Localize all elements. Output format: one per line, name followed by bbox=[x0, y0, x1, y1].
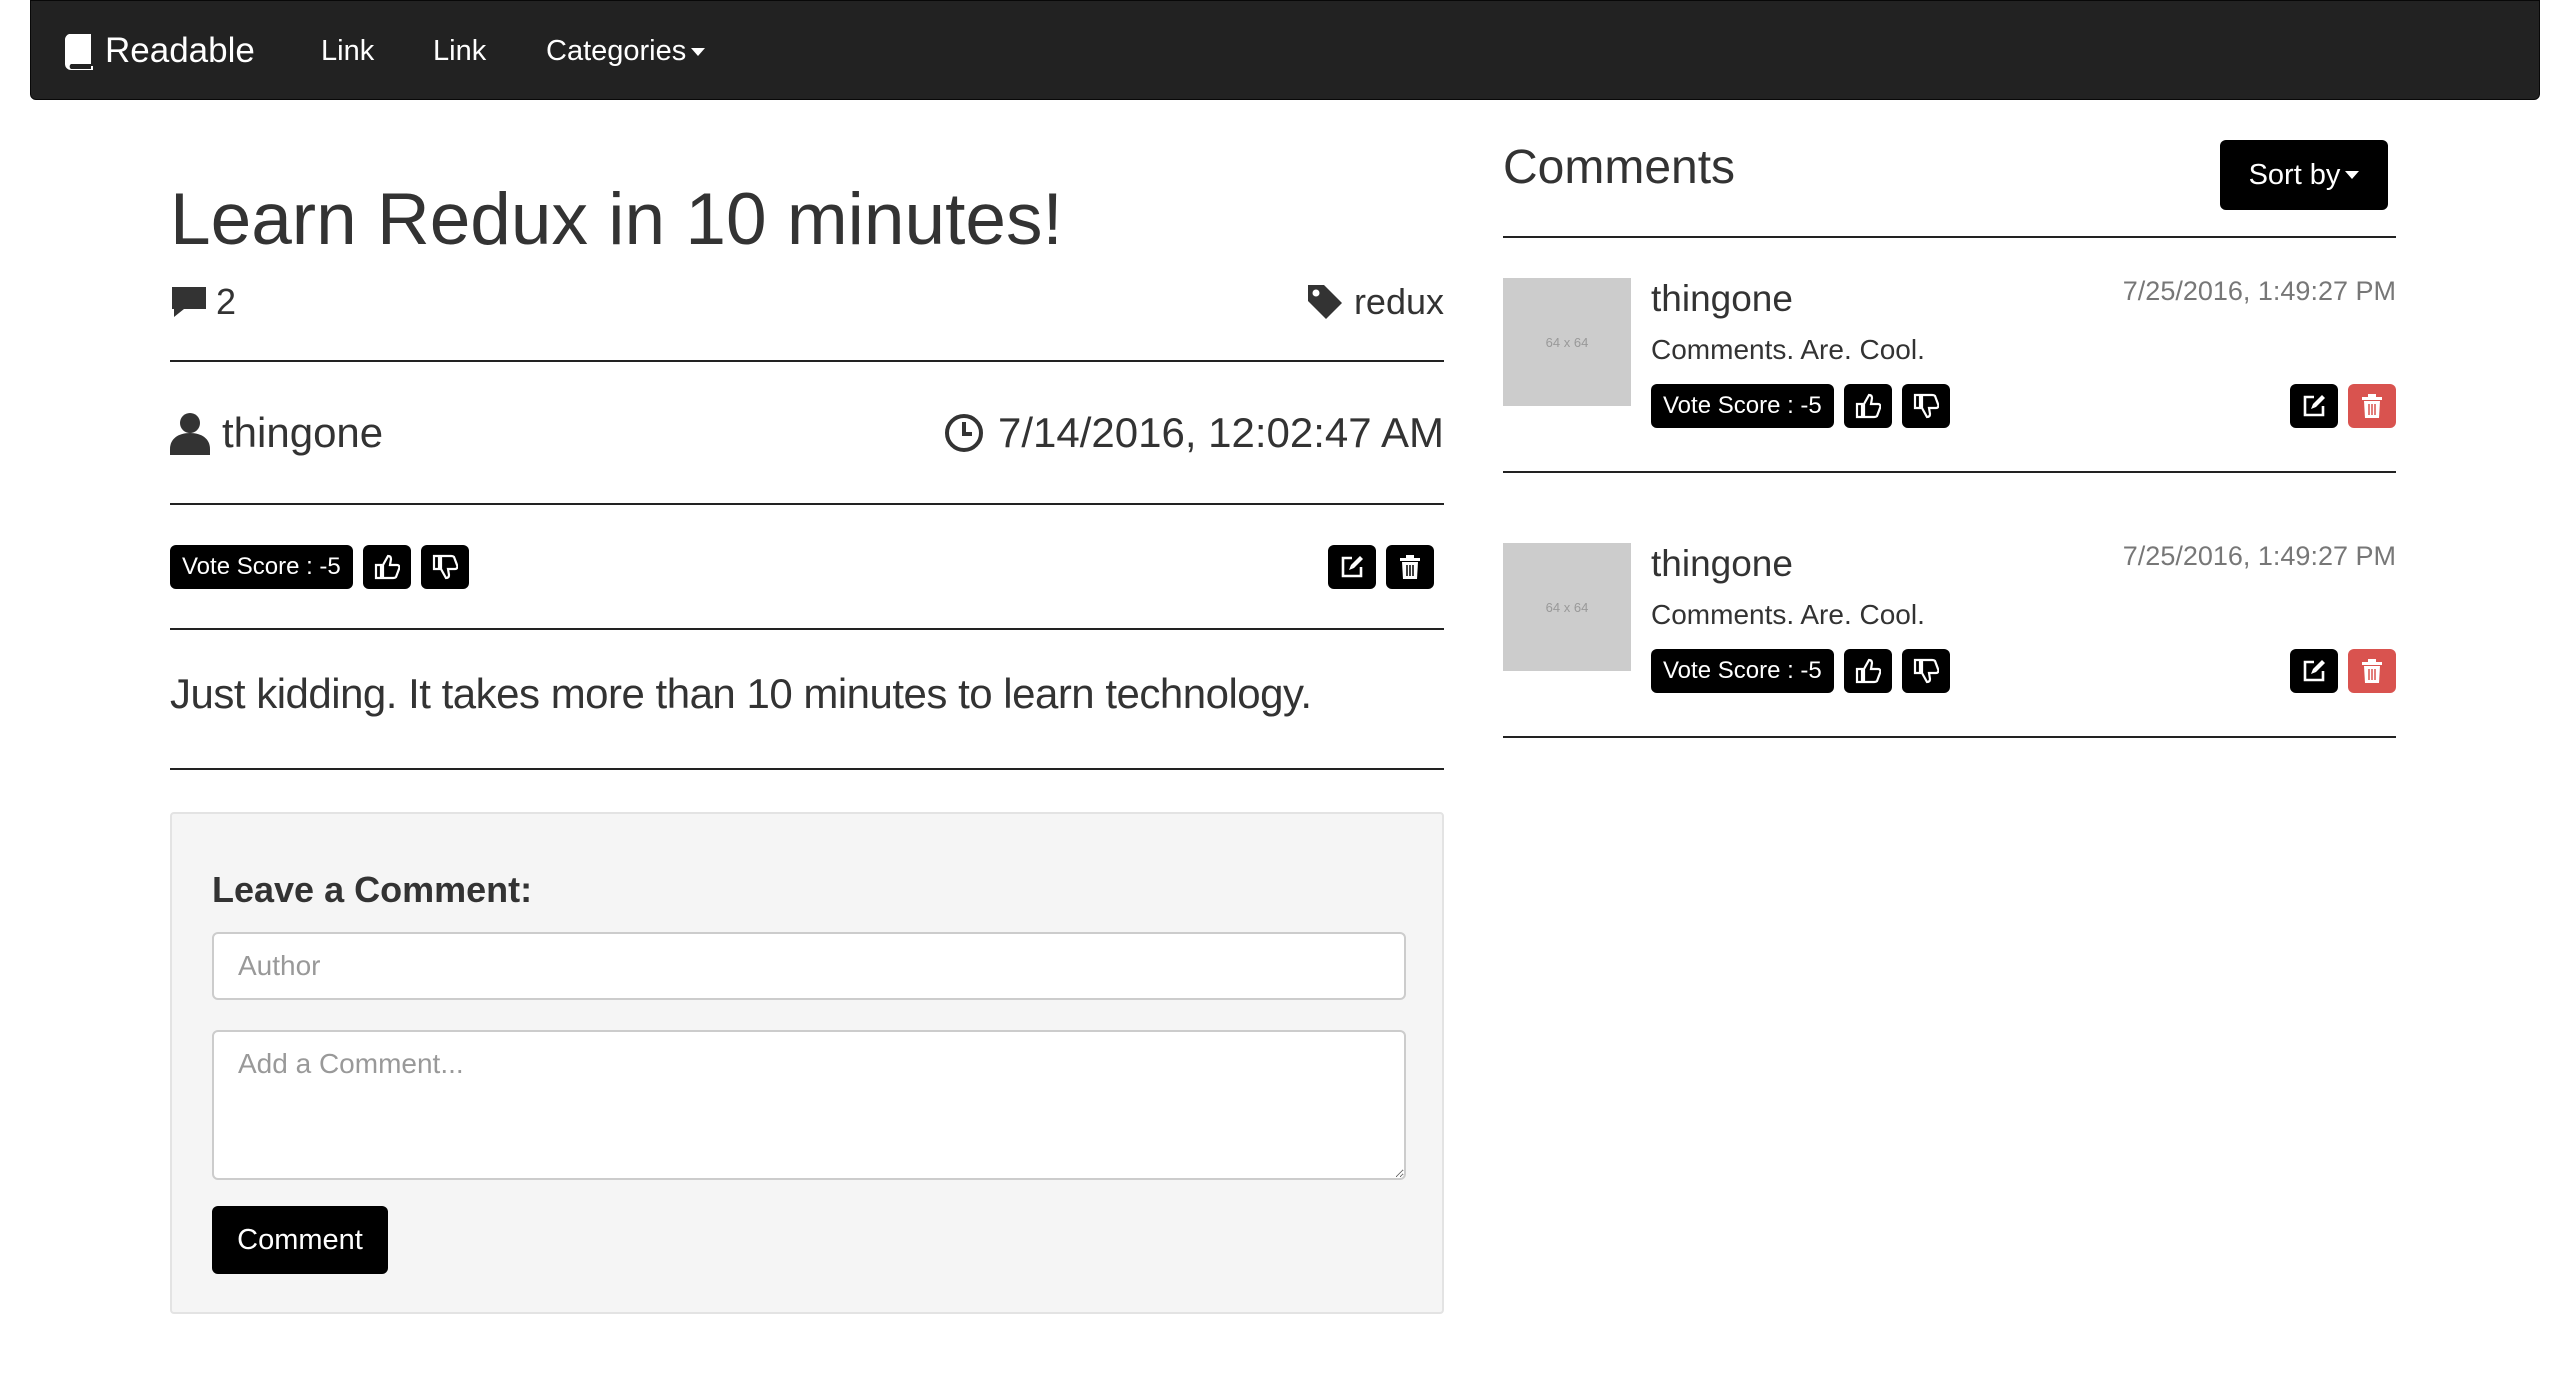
comment-body: Comments. Are. Cool. bbox=[1651, 599, 1925, 630]
downvote-button[interactable] bbox=[420, 545, 469, 589]
edit-post-button[interactable] bbox=[1328, 545, 1376, 589]
comment-form: Leave a Comment: Comment bbox=[170, 812, 1444, 1314]
comment-count: 2 bbox=[170, 281, 236, 323]
edit-comment-button[interactable] bbox=[2290, 384, 2338, 428]
delete-post-button[interactable] bbox=[1386, 545, 1434, 589]
comment-edit-group bbox=[2290, 384, 2396, 428]
edit-icon bbox=[2303, 660, 2325, 682]
thumbs-up-icon bbox=[374, 554, 400, 580]
thumbs-down-icon bbox=[1913, 658, 1939, 684]
categories-label: Categories bbox=[546, 35, 687, 67]
brand-label: Readable bbox=[105, 31, 255, 70]
comment-item: 64 x 64 thingone 7/25/2016, 1:49:27 PM C… bbox=[1503, 541, 2396, 703]
post-body: Just kidding. It takes more than 10 minu… bbox=[170, 670, 1312, 717]
post-meta-row: 2 redux bbox=[170, 280, 1444, 324]
post-timestamp-value: 7/14/2016, 12:02:47 AM bbox=[997, 409, 1444, 456]
divider bbox=[1503, 736, 2396, 738]
divider bbox=[170, 768, 1444, 770]
divider bbox=[170, 360, 1444, 362]
post-edit-group bbox=[1328, 545, 1434, 589]
divider bbox=[170, 503, 1444, 505]
comment-vote-group: Vote Score : -5 bbox=[1651, 384, 1950, 428]
delete-comment-button[interactable] bbox=[2348, 649, 2396, 693]
nav-link-1[interactable]: Link bbox=[321, 31, 374, 71]
post-timestamp: 7/14/2016, 12:02:47 AM bbox=[944, 409, 1444, 457]
trash-icon bbox=[1400, 555, 1420, 579]
user-icon bbox=[170, 413, 210, 455]
upvote-button[interactable] bbox=[362, 545, 411, 589]
post-author: thingone bbox=[170, 409, 383, 457]
edit-comment-button[interactable] bbox=[2290, 649, 2338, 693]
chevron-down-icon bbox=[691, 48, 706, 57]
comment-icon bbox=[172, 287, 206, 317]
post-author-name: thingone bbox=[222, 409, 384, 456]
comment-vote-group: Vote Score : -5 bbox=[1651, 649, 1950, 693]
trash-icon bbox=[2362, 659, 2382, 683]
comment-timestamp: 7/25/2016, 1:49:27 PM bbox=[2122, 541, 2396, 571]
post-author-row: thingone 7/14/2016, 12:02:47 AM bbox=[170, 405, 1444, 461]
delete-comment-button[interactable] bbox=[2348, 384, 2396, 428]
thumbs-up-icon bbox=[1855, 393, 1881, 419]
form-heading: Leave a Comment: bbox=[212, 869, 533, 910]
divider bbox=[170, 628, 1444, 630]
edit-icon bbox=[2303, 395, 2325, 417]
edit-icon bbox=[1341, 556, 1363, 578]
upvote-button[interactable] bbox=[1843, 384, 1892, 428]
avatar-placeholder: 64 x 64 bbox=[1503, 543, 1631, 671]
comments-heading: Comments bbox=[1503, 141, 1736, 194]
post-actions-row: Vote Score : -5 bbox=[170, 545, 1444, 589]
book-icon bbox=[65, 34, 93, 70]
thumbs-up-icon bbox=[1855, 658, 1881, 684]
category-label: redux bbox=[1353, 281, 1444, 322]
thumbs-down-icon bbox=[432, 554, 458, 580]
vote-score-badge: Vote Score : -5 bbox=[1651, 384, 1834, 428]
submit-comment-button[interactable]: Comment bbox=[212, 1206, 388, 1274]
comment-author: thingone bbox=[1651, 543, 1793, 584]
trash-icon bbox=[2362, 394, 2382, 418]
navbar: Readable Link Link Categories bbox=[30, 0, 2540, 100]
nav-link-2[interactable]: Link bbox=[433, 31, 486, 71]
chevron-down-icon bbox=[2345, 171, 2360, 179]
comment-body: Comments. Are. Cool. bbox=[1651, 334, 1925, 365]
comment-textarea[interactable] bbox=[212, 1030, 1406, 1180]
avatar-placeholder: 64 x 64 bbox=[1503, 278, 1631, 406]
clock-icon bbox=[944, 414, 983, 452]
sort-dropdown-button[interactable]: Sort by bbox=[2220, 140, 2388, 210]
tag-icon bbox=[1307, 285, 1342, 319]
categories-dropdown[interactable]: Categories bbox=[546, 31, 706, 71]
post-vote-group: Vote Score : -5 bbox=[170, 545, 469, 589]
comment-timestamp: 7/25/2016, 1:49:27 PM bbox=[2122, 276, 2396, 306]
post-title: Learn Redux in 10 minutes! bbox=[170, 179, 1063, 260]
vote-score-badge: Vote Score : -5 bbox=[1651, 649, 1834, 693]
downvote-button[interactable] bbox=[1901, 649, 1950, 693]
author-input[interactable] bbox=[212, 932, 1406, 1000]
comment-item: 64 x 64 thingone 7/25/2016, 1:49:27 PM C… bbox=[1503, 276, 2396, 438]
comment-count-value: 2 bbox=[216, 281, 237, 322]
category-tag[interactable]: redux bbox=[1306, 281, 1444, 323]
sort-label: Sort by bbox=[2248, 158, 2341, 191]
thumbs-down-icon bbox=[1913, 393, 1939, 419]
upvote-button[interactable] bbox=[1843, 649, 1892, 693]
divider bbox=[1503, 236, 2396, 238]
brand-link[interactable]: Readable bbox=[65, 29, 255, 73]
comment-author: thingone bbox=[1651, 278, 1793, 319]
vote-score-badge: Vote Score : -5 bbox=[170, 545, 353, 589]
divider bbox=[1503, 471, 2396, 473]
comment-edit-group bbox=[2290, 649, 2396, 693]
downvote-button[interactable] bbox=[1901, 384, 1950, 428]
